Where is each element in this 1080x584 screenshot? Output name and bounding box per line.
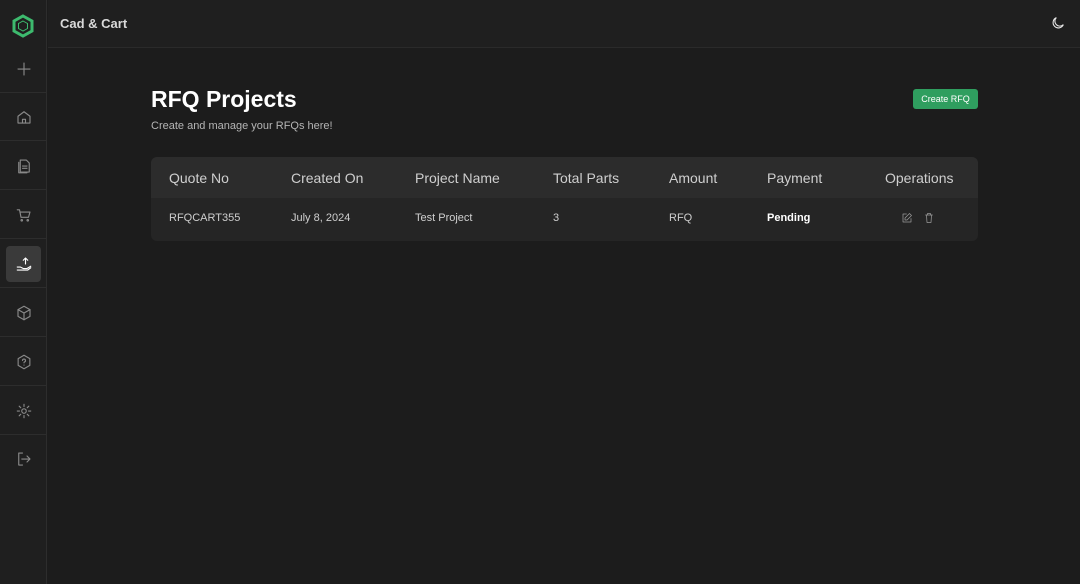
- rfq-table: Quote No Created On Project Name Total P…: [151, 157, 978, 241]
- hand-upload-icon: [16, 256, 31, 271]
- sidebar-item-cart[interactable]: [0, 191, 47, 239]
- trash-icon[interactable]: [923, 211, 935, 223]
- sidebar: [0, 0, 47, 584]
- sidebar-item-products[interactable]: [0, 289, 47, 337]
- table-row[interactable]: RFQCART355 July 8, 2024 Test Project 3 R…: [151, 198, 978, 241]
- cell-created-on: July 8, 2024: [291, 212, 351, 224]
- page-subtitle: Create and manage your RFQs here!: [151, 120, 333, 132]
- top-bar: Cad & Cart: [48, 0, 1080, 48]
- help-icon: [17, 354, 30, 369]
- logo-icon[interactable]: [11, 14, 35, 38]
- column-header-operations: Operations: [885, 170, 954, 186]
- edit-icon[interactable]: [901, 211, 913, 223]
- sidebar-item-help[interactable]: [0, 338, 47, 386]
- cell-payment-status: Pending: [767, 212, 811, 224]
- sidebar-item-new[interactable]: [0, 45, 47, 93]
- sidebar-item-rfq[interactable]: [0, 240, 47, 288]
- gear-icon: [16, 403, 31, 418]
- column-header-total-parts: Total Parts: [553, 170, 620, 186]
- sidebar-item-logout[interactable]: [0, 435, 47, 483]
- cell-project-name: Test Project: [415, 212, 473, 224]
- create-rfq-button[interactable]: Create RFQ: [913, 89, 978, 109]
- cell-total-parts: 3: [553, 212, 560, 224]
- sidebar-item-documents[interactable]: [0, 142, 47, 190]
- box-icon: [16, 305, 31, 320]
- column-header-payment: Payment: [767, 170, 823, 186]
- column-header-quote-no: Quote No: [169, 170, 229, 186]
- table-header: Quote No Created On Project Name Total P…: [151, 157, 978, 198]
- app-title: Cad & Cart: [60, 16, 128, 31]
- sidebar-item-settings[interactable]: [0, 387, 47, 435]
- cell-amount: RFQ: [669, 212, 693, 224]
- page-title: RFQ Projects: [151, 86, 297, 112]
- cart-icon: [16, 208, 31, 222]
- row-operations: [901, 211, 935, 223]
- home-icon: [16, 110, 31, 124]
- cell-quote-no: RFQCART355: [169, 212, 241, 224]
- column-header-created-on: Created On: [291, 170, 364, 186]
- column-header-project-name: Project Name: [415, 170, 500, 186]
- plus-icon: [16, 61, 31, 76]
- logout-icon: [17, 452, 31, 466]
- column-header-amount: Amount: [669, 170, 718, 186]
- sidebar-item-home[interactable]: [0, 93, 47, 141]
- document-icon: [17, 158, 30, 173]
- theme-toggle-moon-icon[interactable]: [1050, 15, 1066, 31]
